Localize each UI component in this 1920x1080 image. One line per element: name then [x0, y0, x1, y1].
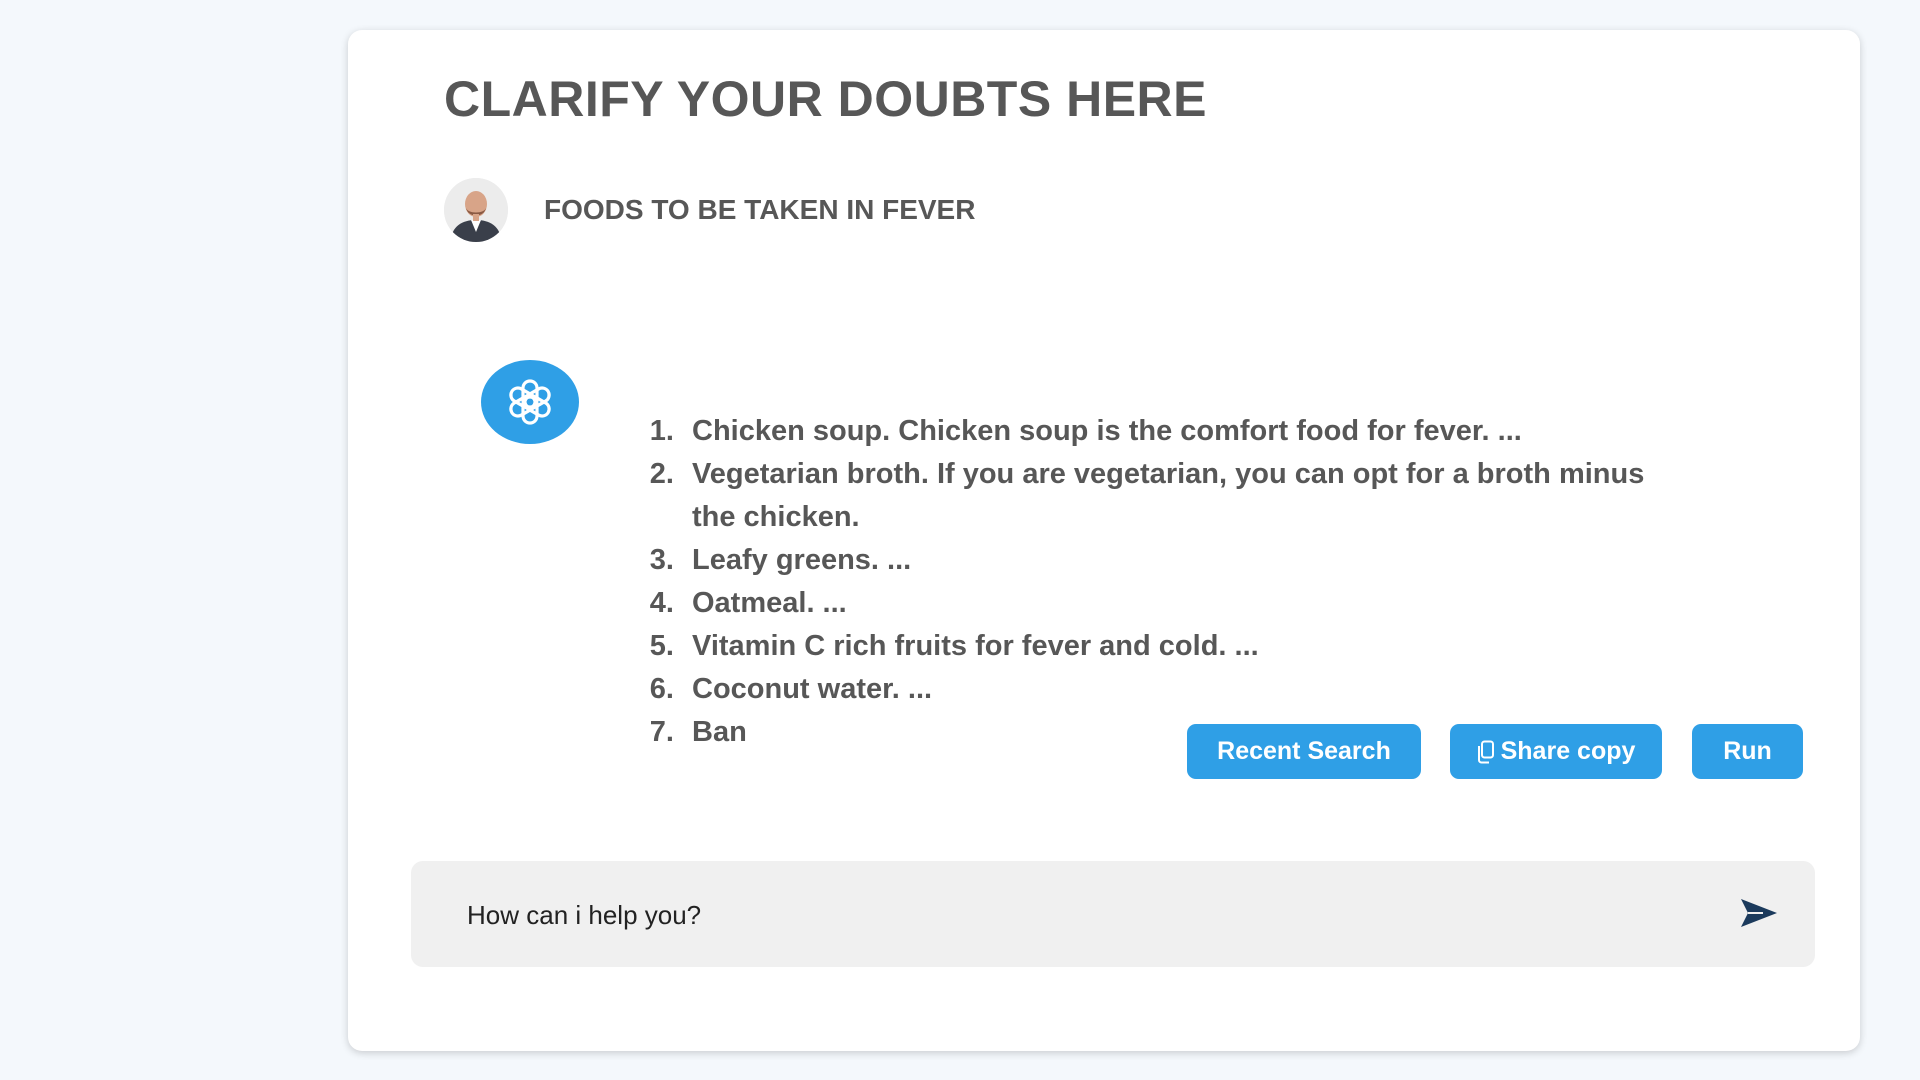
recent-search-button[interactable]: Recent Search [1187, 724, 1421, 779]
copy-icon [1477, 740, 1494, 763]
chat-input-bar [411, 861, 1815, 967]
answer-item: Leafy greens. ... [682, 539, 1662, 582]
run-label: Run [1723, 737, 1772, 765]
openai-logo-icon [509, 379, 551, 425]
share-copy-button[interactable]: Share copy [1450, 724, 1662, 779]
answer-item: Coconut water. ... [682, 668, 1662, 711]
user-avatar-icon [444, 178, 508, 242]
question-text: FOODS TO BE TAKEN IN FEVER [544, 194, 976, 225]
answer-item: Vegetarian broth. If you are vegetarian,… [682, 453, 1662, 539]
send-button[interactable] [1739, 897, 1779, 929]
answer-item: Chicken soup. Chicken soup is the comfor… [682, 410, 1662, 453]
answer-item: Oatmeal. ... [682, 582, 1662, 625]
bot-avatar [481, 360, 579, 444]
chat-input[interactable] [465, 891, 1669, 939]
chat-card: CLARIFY YOUR DOUBTS HERE FOODS TO BE TAK… [348, 30, 1860, 1051]
recent-search-label: Recent Search [1217, 737, 1391, 765]
question-row: FOODS TO BE TAKEN IN FEVER [444, 178, 975, 242]
send-icon [1741, 899, 1777, 927]
user-avatar [444, 178, 508, 242]
page-title: CLARIFY YOUR DOUBTS HERE [444, 71, 1208, 127]
answer-item: Vitamin C rich fruits for fever and cold… [682, 625, 1662, 668]
run-button[interactable]: Run [1692, 724, 1803, 779]
share-copy-label: Share copy [1500, 737, 1636, 765]
answer-list: Chicken soup. Chicken soup is the comfor… [648, 410, 1662, 754]
